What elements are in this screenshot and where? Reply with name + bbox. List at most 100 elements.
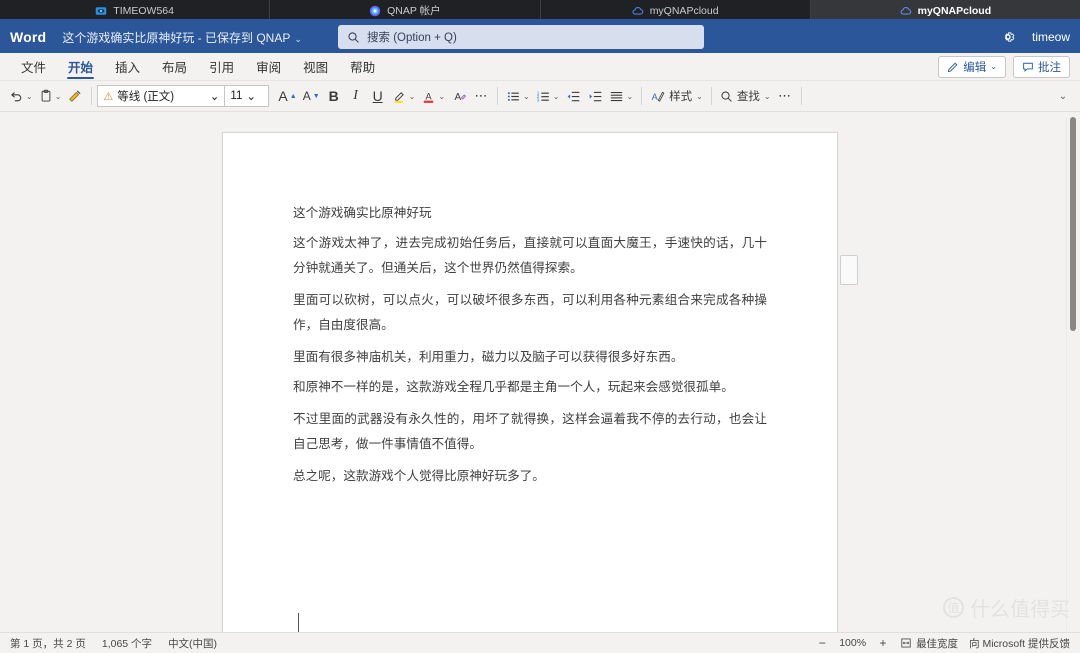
styles-icon: A	[652, 91, 665, 101]
underline-button[interactable]: U	[367, 84, 389, 108]
align-icon	[611, 91, 623, 101]
ribbon-tab-bar: 文件 开始 插入 布局 引用 审阅 视图 帮助 编辑 ⌄ 批注	[0, 53, 1080, 81]
format-painter-button[interactable]	[64, 84, 86, 108]
undo-button[interactable]: ⌄	[6, 84, 36, 108]
increase-indent-icon	[589, 91, 602, 101]
format-painter-icon	[69, 90, 81, 102]
zoom-out-button[interactable]: −	[816, 636, 828, 650]
page-info[interactable]: 第 1 页，共 2 页	[10, 636, 86, 651]
fit-width-icon	[901, 638, 911, 648]
paragraph: 里面有很多神庙机关，利用重力，磁力以及脑子可以获得很多好东西。	[293, 350, 684, 364]
zoom-in-button[interactable]: +	[877, 636, 889, 650]
browser-tab-0[interactable]: TIMEOW564	[0, 0, 271, 21]
status-bar-right: − 100% + 最佳宽度 向 Microsoft 提供反馈	[816, 636, 1070, 651]
chevron-down-icon[interactable]: ⌄	[553, 92, 560, 101]
shrink-font-button[interactable]: A ▼	[300, 84, 323, 108]
gear-icon[interactable]	[1000, 29, 1016, 45]
paragraph: 和原神不一样的是，这款游戏全程几乎都是主角一个人，玩起来会感觉很孤单。	[293, 380, 734, 394]
word-logo[interactable]: Word	[10, 29, 46, 45]
more-commands-button[interactable]: ⋯	[774, 84, 796, 108]
browser-tab-label: TIMEOW564	[113, 4, 174, 17]
word-count[interactable]: 1,065 个字	[102, 636, 152, 651]
document-title-button[interactable]: 这个游戏确实比原神好玩 - 已保存到 QNAP ⌄	[62, 29, 302, 46]
paste-icon	[41, 89, 51, 102]
ribbon-tab-help[interactable]: 帮助	[339, 53, 386, 81]
font-name-select[interactable]: ⚠ 等线 (正文) ⌄	[97, 85, 226, 107]
chevron-down-icon[interactable]: ⌄	[55, 92, 62, 101]
chevron-down-icon[interactable]: ⌄	[409, 92, 416, 101]
chevron-down-icon: ⌄	[294, 33, 302, 44]
font-size-select[interactable]: 11 ⌄	[225, 85, 270, 107]
document-canvas[interactable]: 这个游戏确实比原神好玩 这个游戏太神了，进去完成初始任务后，直接就可以直面大魔王…	[0, 117, 1080, 632]
svg-text:A: A	[426, 91, 433, 101]
browser-tab-2[interactable]: myQNAPcloud	[540, 0, 811, 21]
chevron-down-icon[interactable]: ⌄	[26, 92, 33, 101]
ribbon-tab-review[interactable]: 审阅	[245, 53, 292, 81]
chevron-down-icon: ⌄	[990, 62, 997, 71]
find-button[interactable]: 查找 ⌄	[717, 84, 774, 108]
ribbon-tab-insert[interactable]: 插入	[104, 53, 151, 81]
search-icon	[348, 31, 359, 43]
grow-font-button[interactable]: A ▲	[275, 84, 299, 108]
ribbon-tab-layout[interactable]: 布局	[151, 53, 198, 81]
ribbon-tab-view[interactable]: 视图	[292, 53, 339, 81]
feedback-link[interactable]: 向 Microsoft 提供反馈	[969, 636, 1070, 651]
header-right-group: timeow	[1000, 29, 1070, 45]
font-color-button[interactable]: A ⌄	[418, 84, 448, 108]
ribbon-tab-references[interactable]: 引用	[198, 53, 245, 81]
editing-mode-label: 编辑	[963, 61, 987, 74]
italic-button[interactable]: I	[345, 84, 367, 108]
alignment-button[interactable]: ⌄	[606, 84, 636, 108]
status-bar: 第 1 页，共 2 页 1,065 个字 中文(中国) − 100% + 最佳宽…	[0, 632, 1080, 653]
chevron-down-icon: ⌄	[763, 91, 771, 101]
fit-width-button[interactable]: 最佳宽度	[900, 636, 958, 651]
shrink-font-label: A	[302, 89, 311, 103]
decrease-indent-button[interactable]	[562, 84, 584, 108]
ribbon-tab-home[interactable]: 开始	[57, 53, 104, 81]
watermark-text: 什么值得买	[970, 599, 1070, 621]
chevron-down-icon[interactable]: ⌄	[523, 92, 530, 101]
comments-pane-toggle[interactable]	[840, 255, 858, 285]
chevron-down-icon[interactable]: ⌄	[438, 92, 445, 101]
chevron-down-icon: ⌄	[696, 91, 703, 101]
toolbar-divider	[710, 87, 712, 105]
paste-button[interactable]: ⌄	[36, 84, 65, 108]
highlight-button[interactable]: ⌄	[389, 84, 419, 108]
numbered-list-icon: 1 2 3	[537, 90, 549, 102]
search-icon	[721, 90, 732, 102]
numbering-button[interactable]: 1 2 3 ⌄	[533, 84, 563, 108]
collapse-ribbon-button[interactable]: ⌄	[1052, 84, 1074, 108]
svg-text:3: 3	[537, 97, 540, 102]
chevron-down-icon: ⌄	[246, 91, 256, 103]
search-placeholder: 搜索 (Option + Q)	[367, 32, 457, 44]
qnap-nas-icon	[96, 6, 107, 15]
bullets-button[interactable]: ⌄	[503, 84, 533, 108]
font-warning-icon: ⚠	[103, 90, 114, 103]
styles-button[interactable]: A 样式 ⌄	[647, 84, 706, 108]
editing-mode-button[interactable]: 编辑 ⌄	[938, 55, 1006, 78]
zoom-level[interactable]: 100%	[839, 637, 866, 649]
clear-formatting-button[interactable]: A	[448, 84, 470, 108]
browser-tab-3[interactable]: myQNAPcloud	[810, 0, 1080, 21]
comments-button[interactable]: 批注	[1013, 55, 1070, 78]
browser-tab-strip: TIMEOW564 QNAP 帐户 myQNAPcloud myQNAPclou…	[0, 0, 1080, 21]
document-title-text: 这个游戏确实比原神好玩 - 已保存到 QNAP	[62, 30, 291, 45]
document-body[interactable]: 这个游戏确实比原神好玩 这个游戏太神了，进去完成初始任务后，直接就可以直面大魔王…	[223, 133, 837, 489]
scrollbar-thumb[interactable]	[1070, 117, 1076, 331]
search-input[interactable]: 搜索 (Option + Q)	[338, 25, 704, 49]
user-name[interactable]: timeow	[1032, 30, 1070, 44]
comments-label: 批注	[1038, 61, 1061, 74]
browser-tab-1[interactable]: QNAP 帐户	[270, 0, 541, 21]
chevron-down-icon[interactable]: ⌄	[626, 92, 633, 101]
vertical-scrollbar[interactable]	[1066, 117, 1080, 632]
grow-font-label: A	[278, 88, 288, 104]
ribbon-right-group: 编辑 ⌄ 批注	[938, 55, 1070, 78]
toolbar-divider	[91, 87, 93, 105]
document-page[interactable]: 这个游戏确实比原神好玩 这个游戏太神了，进去完成初始任务后，直接就可以直面大魔王…	[222, 132, 838, 632]
language-indicator[interactable]: 中文(中国)	[168, 636, 217, 651]
more-font-options-button[interactable]: ⋯	[470, 84, 492, 108]
bold-button[interactable]: B	[323, 84, 345, 108]
ribbon-tab-file[interactable]: 文件	[10, 53, 57, 81]
increase-indent-button[interactable]	[584, 84, 606, 108]
browser-tab-label: myQNAPcloud	[649, 4, 719, 17]
